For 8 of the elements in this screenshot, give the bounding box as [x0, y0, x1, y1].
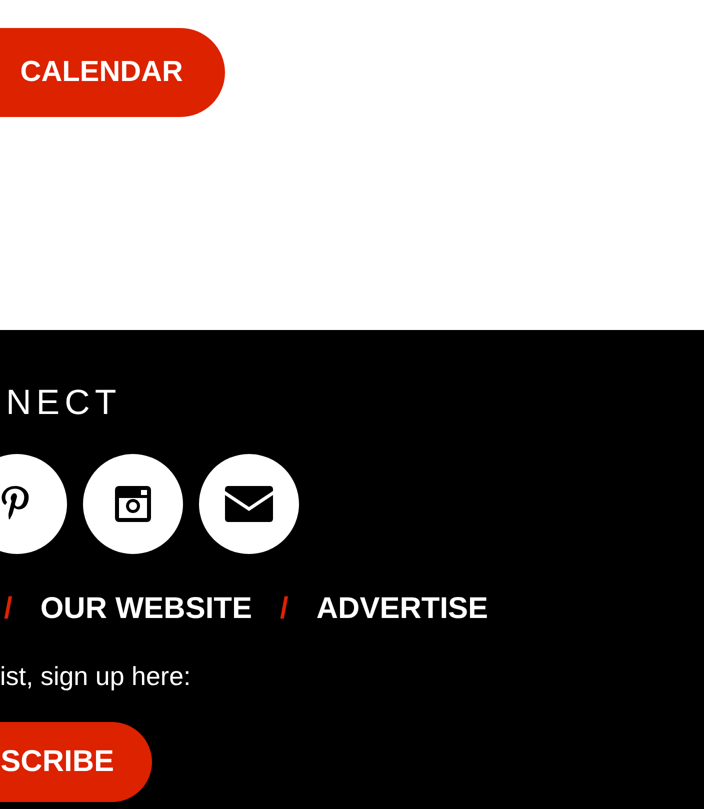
- subscribe-button[interactable]: SCRIBE: [0, 722, 152, 802]
- separator: /: [280, 592, 288, 626]
- calendar-button[interactable]: CALENDAR: [0, 28, 225, 117]
- footer-heading: NECT: [6, 382, 122, 424]
- footer-link[interactable]: ADVERTISE: [316, 592, 488, 626]
- signup-text: ist, sign up here:: [0, 660, 191, 692]
- separator: /: [4, 592, 12, 626]
- footer-link[interactable]: OUR WEBSITE: [40, 592, 252, 626]
